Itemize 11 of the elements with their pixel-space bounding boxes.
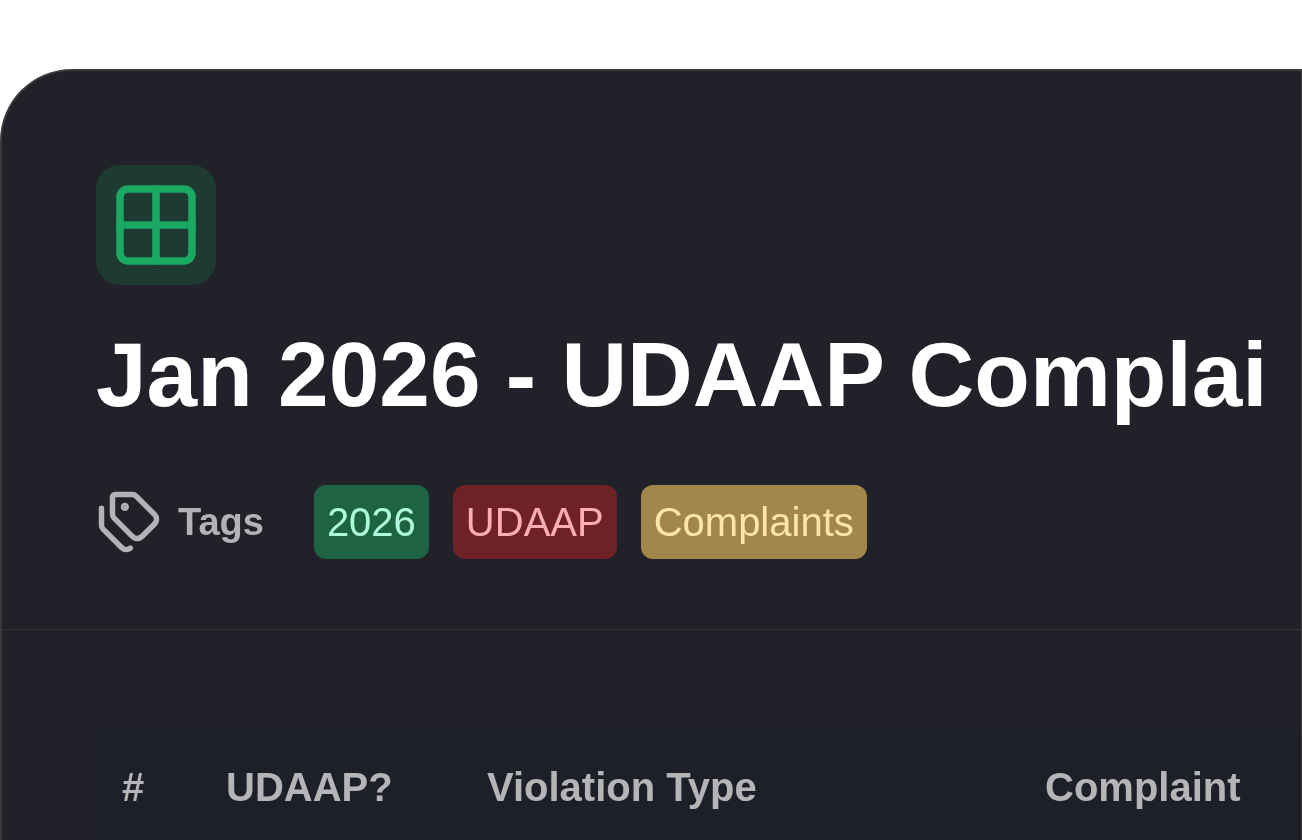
tags-label: Tags [178,503,264,541]
grid-icon [96,165,216,285]
column-header[interactable]: Complaint [1045,765,1241,809]
tag-chip: Complaints [640,485,867,559]
column-header[interactable]: Violation Type [487,765,757,809]
tag-chip: UDAAP [452,485,617,559]
column-header[interactable]: UDAAP? [226,765,393,809]
column-header[interactable]: # [122,765,145,809]
page-title: Jan 2026 - UDAAP Complai [96,325,1268,425]
tag-chip: 2026 [313,485,429,559]
tags-icon [96,489,162,555]
